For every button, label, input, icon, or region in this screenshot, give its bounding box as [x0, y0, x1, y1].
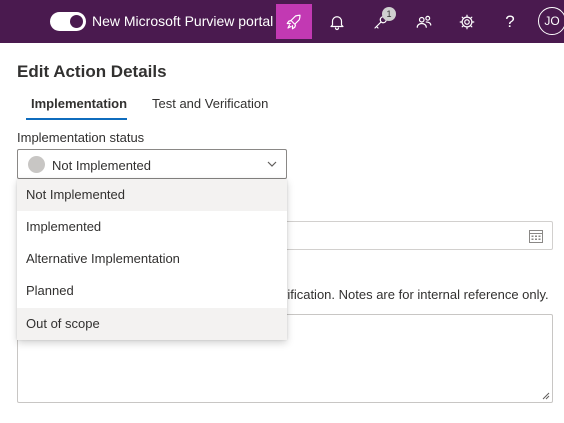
- calendar-icon[interactable]: [528, 228, 544, 244]
- resize-handle-icon[interactable]: [541, 391, 550, 400]
- help-glyph: ?: [505, 11, 515, 31]
- top-bar: New Microsoft Purview portal 1 ? JO: [0, 0, 564, 43]
- help-icon[interactable]: ?: [492, 4, 528, 39]
- option-implemented[interactable]: Implemented: [17, 211, 287, 243]
- implementation-status-dropdown: Not Implemented Implemented Alternative …: [17, 179, 287, 340]
- new-portal-toggle-label: New Microsoft Purview portal: [92, 13, 274, 29]
- notes-hint-text: rification. Notes are for internal refer…: [283, 287, 549, 302]
- option-not-implemented[interactable]: Not Implemented: [17, 179, 287, 211]
- people-icon[interactable]: [406, 4, 442, 39]
- avatar[interactable]: JO: [538, 7, 564, 35]
- implementation-status-label: Implementation status: [17, 130, 145, 145]
- option-alternative-implementation[interactable]: Alternative Implementation: [17, 243, 287, 275]
- page-title: Edit Action Details: [17, 62, 167, 81]
- new-portal-toggle[interactable]: [50, 12, 86, 31]
- option-out-of-scope[interactable]: Out of scope: [17, 308, 287, 340]
- status-dot-icon: [28, 156, 45, 173]
- chevron-down-icon: [267, 161, 277, 167]
- rocket-icon[interactable]: [276, 4, 312, 39]
- gear-icon[interactable]: [449, 4, 485, 39]
- implementation-status-select[interactable]: Not Implemented: [17, 149, 287, 179]
- toggle-knob: [70, 15, 83, 28]
- tab-implementation[interactable]: Implementation: [31, 96, 127, 111]
- key-icon[interactable]: 1: [363, 4, 399, 39]
- tab-test-and-verification[interactable]: Test and Verification: [152, 96, 268, 111]
- implementation-status-value: Not Implemented: [52, 158, 151, 173]
- notification-badge: 1: [382, 7, 396, 21]
- active-tab-indicator: [26, 118, 127, 120]
- option-planned[interactable]: Planned: [17, 275, 287, 307]
- bell-icon[interactable]: [319, 4, 355, 39]
